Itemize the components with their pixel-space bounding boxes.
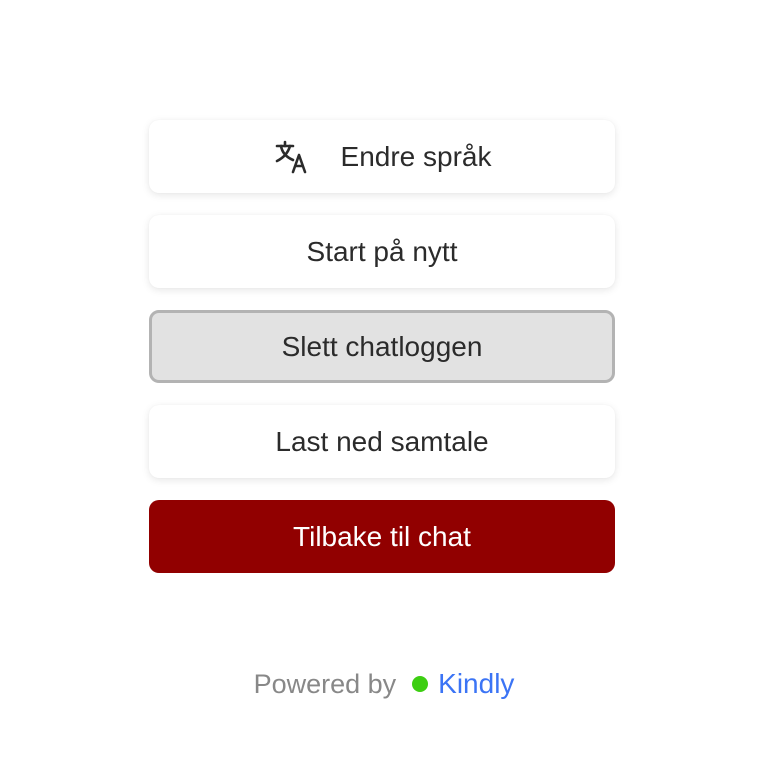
powered-by-text: Powered by [253,668,397,699]
delete-chatlog-label: Slett chatloggen [281,330,483,362]
back-to-chat-button[interactable]: Tilbake til chat [149,500,615,573]
change-language-button[interactable]: Endre språk [149,120,615,193]
delete-chatlog-button[interactable]: Slett chatloggen [149,310,615,383]
translate-icon [273,138,311,176]
chat-options-menu: Endre språk Start på nytt Slett chatlogg… [149,120,615,595]
powered-by-footer: Powered by Kindly [0,664,768,704]
back-to-chat-label: Tilbake til chat [293,520,471,552]
restart-button[interactable]: Start på nytt [149,215,615,288]
kindly-logo-dot-icon [412,676,429,692]
kindly-brand-name: Kindly [438,668,515,699]
change-language-label: Endre språk [340,140,492,172]
download-conversation-button[interactable]: Last ned samtale [149,405,615,478]
download-conversation-label: Last ned samtale [275,425,489,457]
restart-label: Start på nytt [306,235,458,267]
kindly-link[interactable]: Kindly [412,668,514,700]
